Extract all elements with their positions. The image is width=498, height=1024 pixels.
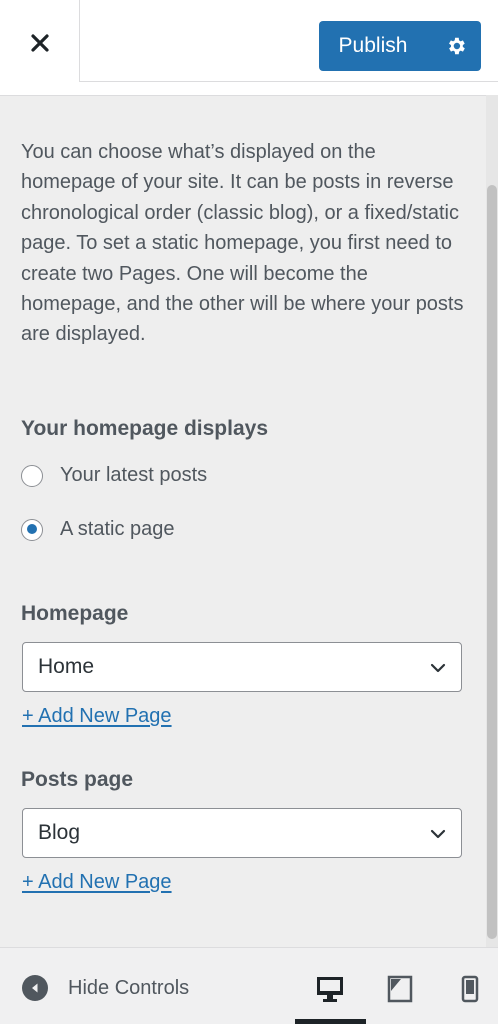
radio-label: A static page [60, 518, 175, 540]
radio-button-checked[interactable] [21, 518, 43, 541]
posts-page-select[interactable]: Blog [22, 808, 462, 858]
posts-page-select-value: Blog [38, 821, 81, 844]
radio-label: Your latest posts [60, 464, 208, 486]
radio-static-page[interactable]: A static page [21, 518, 175, 541]
header-spacer [0, 82, 498, 95]
active-device-indicator [295, 1019, 366, 1024]
preview-desktop-button[interactable] [313, 972, 347, 1006]
posts-page-label: Posts page [21, 768, 134, 791]
radio-latest-posts[interactable]: Your latest posts [21, 464, 207, 487]
publish-settings-button[interactable] [431, 21, 481, 71]
homepage-label: Homepage [21, 602, 129, 625]
customizer-footer: Hide Controls [0, 947, 498, 1024]
customizer-header: Publish [0, 0, 498, 95]
hide-controls-button[interactable]: Hide Controls [22, 975, 189, 1001]
publish-button-group: Publish [319, 21, 481, 71]
mobile-icon [461, 975, 479, 1003]
tablet-icon [387, 975, 413, 1003]
homepage-select[interactable]: Home [22, 642, 462, 692]
arrow-left-icon [22, 975, 48, 1001]
hide-controls-label: Hide Controls [68, 976, 190, 999]
close-button[interactable] [0, 0, 80, 95]
publish-button[interactable]: Publish [319, 21, 431, 71]
homepage-displays-label: Your homepage displays [21, 417, 269, 440]
preview-mobile-button[interactable] [453, 972, 487, 1006]
chevron-down-icon [430, 829, 446, 839]
desktop-icon [317, 977, 343, 1002]
homepage-select-value: Home [38, 655, 95, 678]
close-icon [30, 34, 49, 52]
radio-button[interactable] [21, 464, 43, 487]
homepage-add-new-page-link[interactable]: + Add New Page [22, 705, 172, 728]
panel-description: You can choose what’s displayed on the h… [21, 141, 464, 346]
posts-page-add-new-page-link[interactable]: + Add New Page [22, 871, 172, 894]
chevron-down-icon [430, 663, 446, 673]
gear-icon [449, 37, 465, 55]
preview-tablet-button[interactable] [383, 972, 417, 1006]
scrollbar-thumb[interactable] [487, 185, 497, 939]
